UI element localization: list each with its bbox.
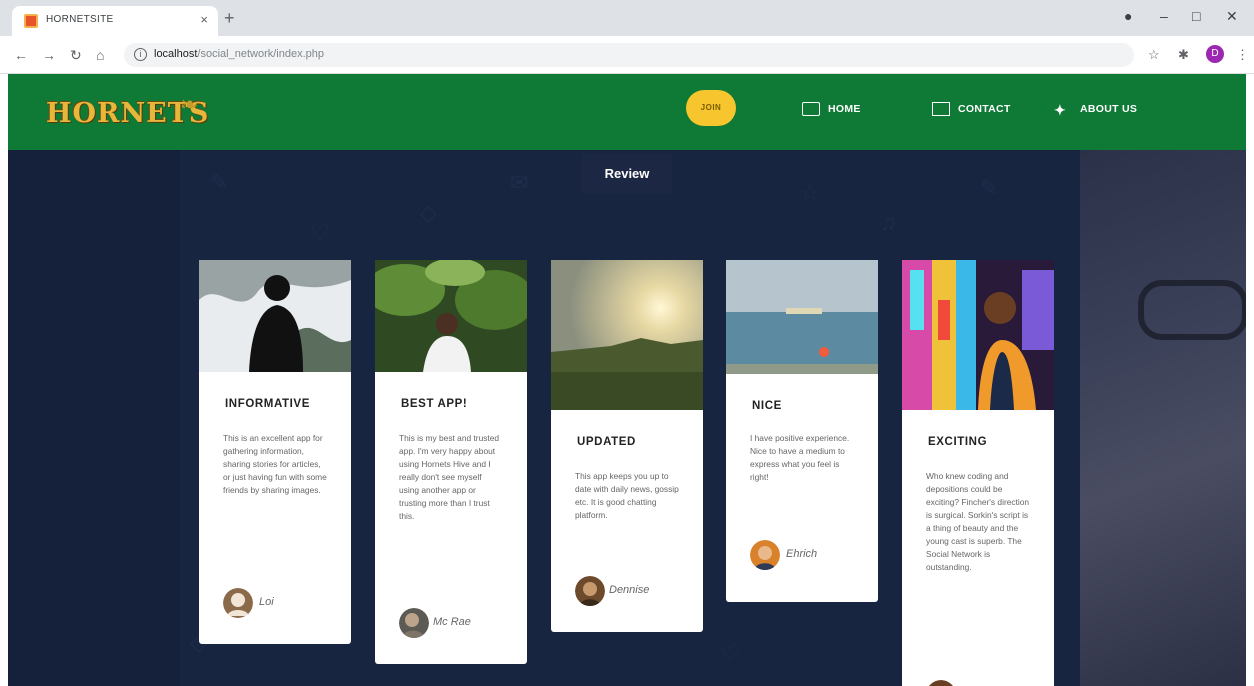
favicon-icon [24, 14, 38, 28]
card-author: Ehrich [786, 548, 818, 560]
profile-avatar[interactable]: D [1206, 45, 1224, 63]
bird-icon: ✦ [1054, 102, 1067, 119]
background-photo [1080, 150, 1246, 686]
card-text: This is my best and trusted app. I'm ver… [399, 433, 500, 521]
card-photo [199, 260, 351, 372]
pattern-icon: ✎ [210, 170, 229, 195]
tab-title: HORNETSITE [46, 14, 114, 25]
nav-home[interactable]: HOME [802, 101, 861, 117]
review-card: EXCITING Who knew coding and depositions… [902, 260, 1054, 686]
browser-tab-bar: HORNETSITE × + ● – □ ✕ [0, 0, 1254, 36]
card-author: Mc Rae [433, 616, 471, 628]
media-icon[interactable]: ● [1124, 8, 1132, 24]
pattern-icon: ✎ [980, 175, 999, 200]
card-author: Loi [259, 596, 274, 608]
reload-icon[interactable]: ↻ [70, 47, 82, 63]
glasses-shape [1138, 280, 1246, 340]
info-icon[interactable]: i [134, 48, 147, 61]
pattern-icon: ♡ [310, 220, 330, 245]
close-window-icon[interactable]: ✕ [1226, 8, 1238, 25]
nav-contact-label: CONTACT [958, 103, 1011, 115]
card-text: I have positive experience. Nice to have… [750, 433, 850, 482]
card-title: BEST APP! [401, 398, 468, 410]
tab-close-icon[interactable]: × [200, 12, 208, 27]
card-author: Dennise [609, 584, 650, 596]
card-text: Who knew coding and depositions could be… [926, 471, 1030, 572]
section-title: Review [582, 154, 672, 194]
pattern-icon: ✉ [510, 170, 529, 195]
review-card: NICE I have positive experience. Nice to… [726, 260, 878, 602]
url-text: localhost/social_network/index.php [154, 48, 324, 60]
review-card: BEST APP! This is my best and trusted ap… [375, 260, 527, 664]
pattern-icon: ☆ [800, 180, 820, 205]
avatar [575, 576, 605, 606]
review-card: UPDATED This app keeps you up to date wi… [551, 260, 703, 632]
url-field[interactable]: i localhost/social_network/index.php [124, 43, 1134, 67]
card-title: EXCITING [928, 436, 988, 448]
nav-contact[interactable]: CONTACT [932, 101, 1011, 117]
new-tab-button[interactable]: + [224, 9, 235, 27]
mail-icon [932, 102, 950, 117]
pattern-icon: ♫ [880, 210, 897, 235]
star-icon[interactable]: ☆ [1148, 47, 1160, 63]
avatar [929, 680, 953, 686]
nav-about-label: ABOUT US [1080, 103, 1138, 115]
nav-home-label: HOME [828, 103, 861, 115]
join-button[interactable]: JOIN [686, 90, 736, 126]
home-nav-icon [802, 102, 820, 117]
site-logo[interactable]: HORNETS ❧ [46, 92, 208, 136]
site-navbar: HORNETS ❧ JOIN HOME CONTACT ✦ ABOUT US [8, 74, 1246, 150]
home-icon[interactable]: ⌂ [96, 47, 104, 63]
extensions-icon[interactable]: ✱ [1178, 47, 1189, 63]
card-title: NICE [752, 400, 782, 412]
leaf-icon: ❧ [180, 92, 199, 117]
card-photo [726, 260, 878, 374]
forward-icon[interactable]: → [42, 47, 56, 63]
browser-tab[interactable]: HORNETSITE × [12, 6, 218, 36]
maximize-icon[interactable]: □ [1192, 8, 1200, 24]
avatar [399, 608, 429, 638]
pattern-icon: ♡ [720, 640, 740, 665]
back-icon[interactable]: ← [14, 47, 28, 63]
card-photo [375, 260, 527, 372]
review-card: INFORMATIVE This is an excellent app for… [199, 260, 351, 644]
card-photo [551, 260, 703, 410]
address-toolbar: ← → ↻ ⌂ i localhost/social_network/index… [0, 36, 1254, 74]
pattern-icon: ◇ [420, 200, 437, 225]
nav-about[interactable]: ✦ ABOUT US [1054, 101, 1138, 119]
avatar [223, 588, 253, 618]
card-text: This is an excellent app for gathering i… [223, 433, 327, 495]
minimize-icon[interactable]: – [1160, 8, 1168, 24]
card-text: This app keeps you up to date with daily… [575, 471, 679, 520]
card-photo [902, 260, 1054, 410]
card-title: UPDATED [577, 436, 636, 448]
web-page: HORNETS ❧ JOIN HOME CONTACT ✦ ABOUT US ✎ … [8, 74, 1246, 686]
menu-icon[interactable]: ⋮ [1236, 47, 1249, 63]
card-title: INFORMATIVE [225, 398, 310, 410]
avatar [750, 540, 780, 570]
